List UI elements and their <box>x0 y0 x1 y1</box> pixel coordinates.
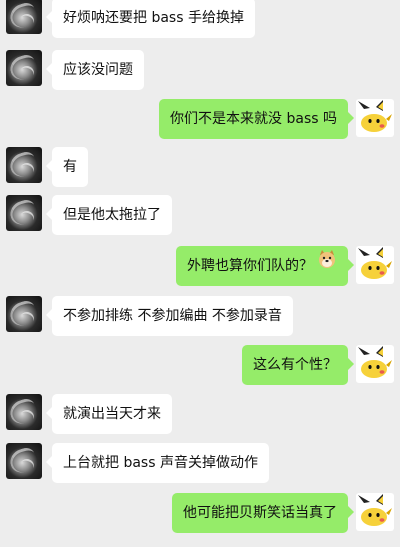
incoming-message-bubble[interactable]: 好烦呐还要把 bass 手给换掉 <box>46 0 255 38</box>
outgoing-message-bubble[interactable]: 他可能把贝斯笑话当真了 <box>172 493 354 533</box>
pikachu-icon <box>358 100 392 132</box>
contact-avatar[interactable] <box>6 296 42 332</box>
message-row: 就演出当天才来 <box>0 394 400 434</box>
pikachu-icon <box>358 247 392 279</box>
incoming-message-bubble[interactable]: 有 <box>46 147 88 187</box>
message-row: 应该没问题 <box>0 50 400 90</box>
user-avatar-pikachu[interactable] <box>356 345 394 383</box>
contact-avatar[interactable] <box>6 195 42 231</box>
message-text: 外聘也算你们队的？ <box>187 258 313 274</box>
contact-avatar[interactable] <box>6 50 42 86</box>
message-row: 上台就把 bass 声音关掉做动作 <box>0 443 400 483</box>
pikachu-icon <box>358 494 392 526</box>
message-row: 有 <box>0 147 400 187</box>
user-avatar-pikachu[interactable] <box>356 493 394 531</box>
message-row: 他可能把贝斯笑话当真了 <box>0 493 400 533</box>
message-row: 你们不是本来就没 bass 吗 <box>0 99 400 139</box>
pikachu-icon <box>358 346 392 378</box>
message-row: 但是他太拖拉了 <box>0 195 400 235</box>
outgoing-message-bubble[interactable]: 你们不是本来就没 bass 吗 <box>159 99 354 139</box>
message-row: 这么有个性？ <box>0 345 400 385</box>
incoming-message-bubble[interactable]: 但是他太拖拉了 <box>46 195 172 235</box>
doge-face-icon <box>317 245 337 285</box>
contact-avatar[interactable] <box>6 443 42 479</box>
message-row: 好烦呐还要把 bass 手给换掉 <box>0 0 400 40</box>
outgoing-message-bubble[interactable]: 外聘也算你们队的？ <box>176 245 354 286</box>
user-avatar-pikachu[interactable] <box>356 246 394 284</box>
incoming-message-bubble[interactable]: 不参加排练 不参加编曲 不参加录音 <box>46 296 293 336</box>
user-avatar-pikachu[interactable] <box>356 99 394 137</box>
message-row: 外聘也算你们队的？ <box>0 246 400 286</box>
incoming-message-bubble[interactable]: 应该没问题 <box>46 50 144 90</box>
contact-avatar[interactable] <box>6 0 42 34</box>
contact-avatar[interactable] <box>6 147 42 183</box>
incoming-message-bubble[interactable]: 上台就把 bass 声音关掉做动作 <box>46 443 269 483</box>
incoming-message-bubble[interactable]: 就演出当天才来 <box>46 394 172 434</box>
message-row: 不参加排练 不参加编曲 不参加录音 <box>0 296 400 336</box>
contact-avatar[interactable] <box>6 394 42 430</box>
outgoing-message-bubble[interactable]: 这么有个性？ <box>242 345 354 385</box>
